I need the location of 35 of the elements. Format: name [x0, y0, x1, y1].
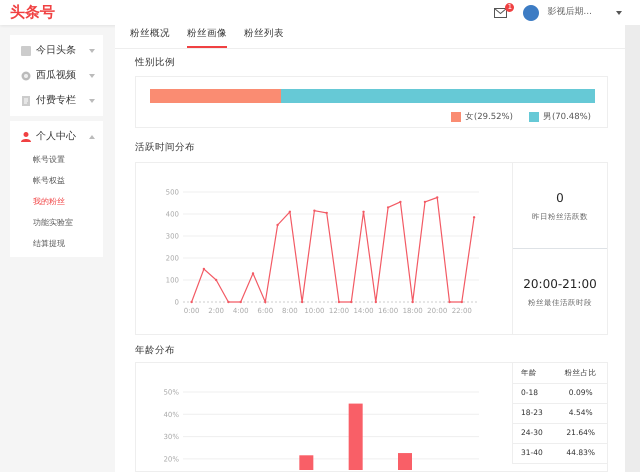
bar — [398, 453, 412, 470]
sidebar-item[interactable]: 付费专栏 — [10, 88, 103, 113]
avatar[interactable] — [523, 4, 540, 20]
sidebar-label: 今日头条 — [36, 44, 77, 58]
person-icon — [20, 130, 32, 142]
sidebar-item[interactable]: 西瓜视频 — [10, 63, 103, 88]
legend-label: 男(70.48%) — [542, 111, 591, 124]
logo[interactable]: 头条号 — [10, 1, 55, 24]
bar — [299, 455, 314, 470]
stat-value: 0 — [556, 190, 564, 207]
bar — [348, 404, 363, 470]
sidebar-item[interactable]: 个人中心 — [10, 124, 103, 149]
sidebar-label: 个人中心 — [36, 130, 77, 144]
sidebar-label: 付费专栏 — [36, 94, 77, 108]
sidebar-subitem[interactable]: 我的粉丝 — [10, 191, 103, 212]
sidebar-label: 西瓜视频 — [36, 68, 77, 83]
document-icon — [20, 94, 32, 106]
sidebar-subitem[interactable]: 帐号权益 — [10, 170, 103, 191]
sidebar-item[interactable]: 今日头条 — [10, 38, 103, 63]
tab[interactable]: 粉丝画像 — [187, 25, 227, 48]
user-name[interactable]: 影视后期... — [547, 6, 592, 20]
sidebar-subitem[interactable]: 功能实验室 — [10, 212, 103, 233]
section-title: 性别比例 — [135, 57, 176, 69]
legend-label: 女(29.52%) — [464, 111, 513, 124]
section-title: 活跃时间分布 — [135, 142, 196, 154]
tab[interactable]: 粉丝概况 — [130, 25, 170, 48]
square-icon — [20, 44, 32, 56]
mail-icon[interactable] — [494, 8, 508, 18]
caret-icon[interactable] — [616, 10, 622, 14]
circle-icon — [20, 70, 32, 82]
section-title: 年龄分布 — [135, 345, 176, 357]
tab[interactable]: 粉丝列表 — [244, 25, 284, 48]
sidebar-subitem[interactable]: 帐号设置 — [10, 149, 103, 170]
sidebar-subitem[interactable]: 结算提现 — [10, 233, 103, 254]
stat-value: 20:00-21:00 — [523, 276, 597, 293]
